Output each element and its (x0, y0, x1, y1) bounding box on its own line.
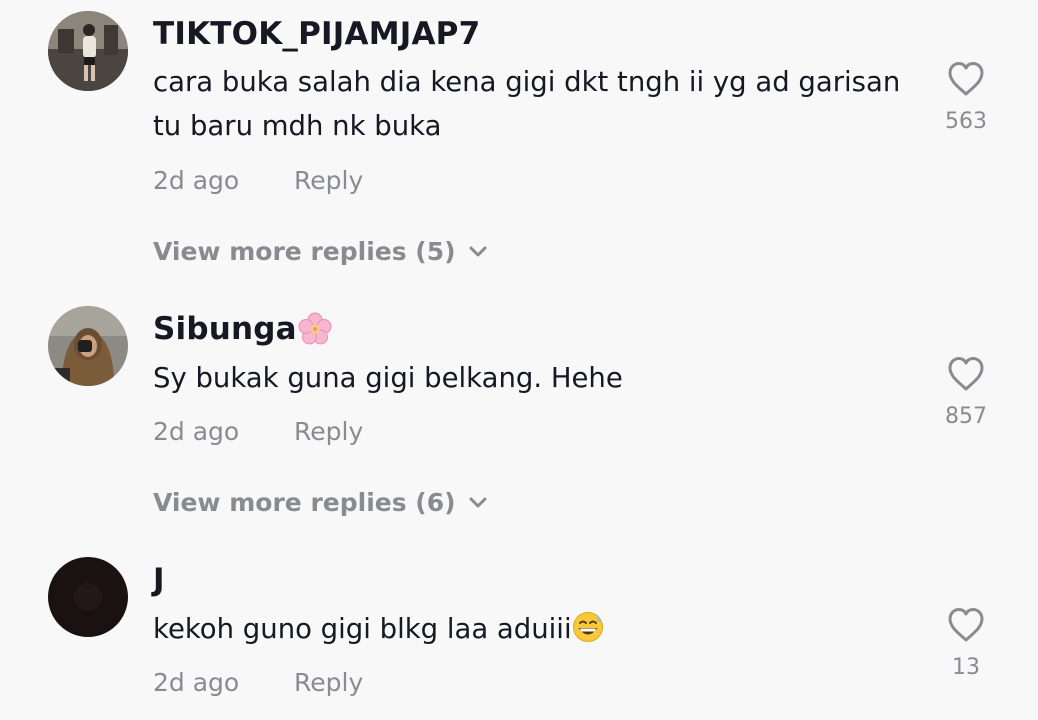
like-count: 13 (952, 655, 980, 680)
comment-text: kekoh guno gigi blkg laa aduiii (153, 607, 923, 651)
comment-username[interactable]: J (153, 562, 165, 598)
like-count: 563 (945, 109, 987, 134)
heart-icon[interactable] (947, 607, 985, 643)
reply-button[interactable]: Reply (294, 417, 363, 447)
grinning-sweat-icon (572, 611, 604, 643)
comment-meta: 2d ago Reply (153, 668, 363, 698)
like-group: 857 (926, 356, 1006, 430)
heart-icon[interactable] (947, 356, 985, 392)
view-more-replies-button[interactable]: View more replies (5) (153, 237, 488, 267)
comment-meta: 2d ago Reply (153, 417, 363, 447)
comment-time: 2d ago (153, 166, 240, 195)
avatar[interactable] (48, 11, 128, 91)
like-group: 563 (926, 61, 1006, 135)
avatar-photo (48, 11, 128, 91)
comment-text-content: kekoh guno gigi blkg laa aduiii (153, 613, 572, 645)
avatar[interactable] (48, 306, 128, 386)
reply-button[interactable]: Reply (294, 668, 363, 698)
view-more-replies-label: View more replies (6) (153, 488, 456, 517)
comment-time: 2d ago (153, 417, 240, 446)
comment-time: 2d ago (153, 668, 240, 697)
avatar-photo (48, 557, 128, 637)
chevron-down-icon (468, 245, 488, 259)
chevron-down-icon (468, 496, 488, 510)
comment-meta: 2d ago Reply (153, 166, 363, 196)
heart-icon[interactable] (947, 61, 985, 97)
comment-text: cara buka salah dia kena gigi dkt tngh i… (153, 66, 901, 142)
reply-button[interactable]: Reply (294, 166, 363, 196)
cherry-blossom-icon (298, 312, 332, 346)
view-more-replies-button[interactable]: View more replies (6) (153, 488, 488, 518)
like-count: 857 (945, 404, 987, 429)
view-more-replies-label: View more replies (5) (153, 237, 456, 266)
avatar-photo (48, 306, 128, 386)
comment-username-text: Sibunga (153, 311, 297, 347)
avatar[interactable] (48, 557, 128, 637)
comment-username[interactable]: Sibunga (153, 311, 332, 347)
comment-text: Sy bukak guna gigi belkang. Hehe (153, 362, 623, 394)
like-group: 13 (926, 607, 1006, 681)
comment-username[interactable]: TIKTOK_PIJAMJAP7 (153, 16, 480, 52)
